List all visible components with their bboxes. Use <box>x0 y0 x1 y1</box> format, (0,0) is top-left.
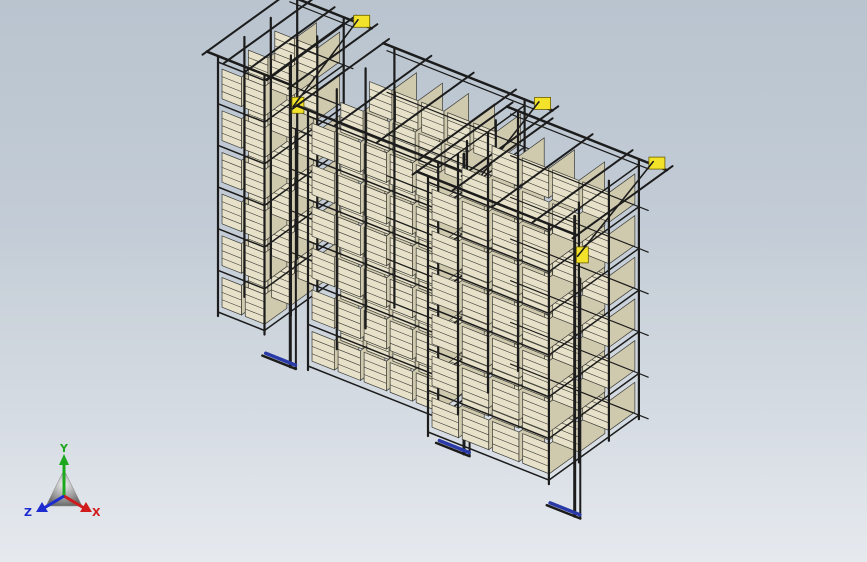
z-axis-label: Z <box>24 506 32 519</box>
y-axis-label: Y <box>59 442 69 455</box>
pallet-side <box>608 381 636 432</box>
rack-beam <box>289 1 354 28</box>
x-axis-label: X <box>92 506 101 519</box>
storage-rack-assembly-model[interactable] <box>0 0 867 562</box>
pallet-side <box>608 256 636 307</box>
coordinate-triad: Y X Z <box>24 442 101 519</box>
pallet-side <box>608 298 636 348</box>
y-axis-arrowhead-icon <box>59 454 69 465</box>
pallet-side <box>608 214 636 265</box>
pallet-side <box>608 339 636 390</box>
graphics-viewport[interactable]: Y X Z <box>0 0 867 562</box>
rack-group[interactable] <box>201 0 674 520</box>
pallet-side <box>608 173 636 223</box>
